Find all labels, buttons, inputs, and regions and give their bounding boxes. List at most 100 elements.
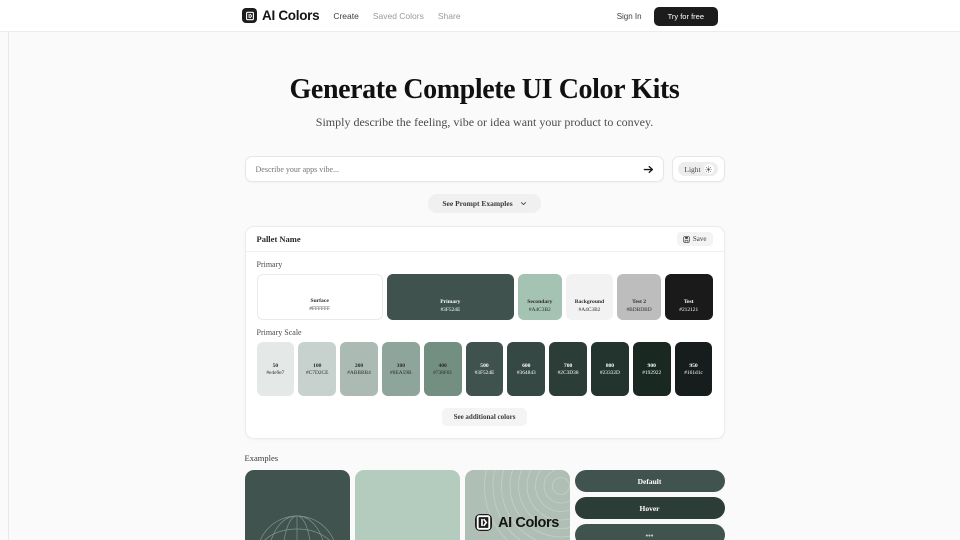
nav-link-create[interactable]: Create <box>333 11 359 21</box>
cylinder-rings-illustration <box>355 470 460 540</box>
scale-step: 300 <box>396 362 406 369</box>
page-body: Generate Complete UI Color Kits Simply d… <box>8 32 960 540</box>
top-navbar: AI Colors Create Saved Colors Share Sign… <box>0 0 960 32</box>
example-card-logo[interactable]: AI Colors <box>464 470 570 540</box>
demo-button[interactable]: ••• <box>574 524 725 540</box>
sphere-wireframe-illustration <box>259 515 334 540</box>
scale-swatch[interactable]: 50 #e4e9e7 <box>256 342 295 396</box>
try-for-free-button[interactable]: Try for free <box>653 6 718 26</box>
scale-step: 600 <box>522 362 531 369</box>
demo-button[interactable]: Default <box>574 470 725 492</box>
palette-card: Pallet Name Save Primary Surface #FFFFFF P… <box>244 226 725 439</box>
scale-swatch[interactable]: 900 #192922 <box>632 342 671 396</box>
swatch-hex: #3F524E <box>440 306 461 313</box>
page-subtitle: Simply describe the feeling, vibe or ide… <box>315 115 654 129</box>
see-additional-colors-button[interactable]: See additional colors <box>441 408 528 426</box>
palette-name[interactable]: Pallet Name <box>257 234 301 244</box>
nav-link-share[interactable]: Share <box>438 11 461 21</box>
save-label: Save <box>692 235 707 243</box>
scale-hex: #364843 <box>516 369 536 376</box>
swatch-hex: #212121 <box>679 306 699 313</box>
scale-hex: #C7D2CE <box>305 369 329 376</box>
scale-step: 400 <box>438 362 447 369</box>
scale-step: 200 <box>354 362 364 369</box>
scale-step: 500 <box>480 362 489 369</box>
primary-swatch[interactable]: Test #212121 <box>664 274 713 320</box>
scale-step: 50 <box>272 362 279 369</box>
search-row: Light <box>244 156 725 182</box>
scale-hex: #738F81 <box>433 369 453 376</box>
scale-swatch[interactable]: 950 #161d1c <box>674 342 713 396</box>
primary-swatch[interactable]: Secondary #A4C3B2 <box>517 274 562 320</box>
primary-swatch-row: Surface #FFFFFF Primary #3F524E Secondary #A4… <box>246 274 724 320</box>
primary-section-label: Primary <box>256 260 283 269</box>
scale-hex: #2C3D38 <box>557 369 579 376</box>
demo-button[interactable]: Hover <box>574 497 725 519</box>
swatch-name: Background <box>574 299 605 306</box>
scale-hex: #ABBBB4 <box>347 369 371 376</box>
scale-step: 950 <box>689 362 698 369</box>
primary-scale-row: 50 #e4e9e7 100 #C7D2CE 200 #ABBBB4 300 #8EA59B 4… <box>246 342 724 396</box>
swatch-hex: #A4C3B2 <box>528 306 551 313</box>
floppy-disk-icon <box>683 235 690 243</box>
scale-step: 100 <box>313 362 322 369</box>
prompt-examples-row: See Prompt Examples <box>9 194 960 213</box>
swatch-name: Secondary <box>527 299 553 306</box>
see-prompt-examples-button[interactable]: See Prompt Examples <box>428 194 541 213</box>
scale-hex: #e4e9e7 <box>266 369 285 376</box>
sun-icon <box>703 164 714 174</box>
scale-swatch[interactable]: 400 #738F81 <box>423 342 462 396</box>
scale-swatch[interactable]: 700 #2C3D38 <box>549 342 587 396</box>
scale-step: 800 <box>605 362 615 369</box>
primary-swatch[interactable]: Primary #3F524E <box>386 274 514 320</box>
page-title: Generate Complete UI Color Kits <box>289 74 680 105</box>
swatch-name: Surface <box>310 298 329 305</box>
nav-links: Create Saved Colors Share <box>333 11 460 21</box>
swatch-name: Test <box>683 299 694 306</box>
save-palette-button[interactable]: Save <box>676 232 713 246</box>
primary-swatch[interactable]: Surface #FFFFFF <box>256 274 383 320</box>
examples-grid: AI Colors DefaultHover•••Disabled <box>244 470 725 540</box>
hero-section: Generate Complete UI Color Kits Simply d… <box>9 32 960 130</box>
submit-prompt-button[interactable] <box>640 160 658 178</box>
theme-pill: Light <box>678 162 718 176</box>
palette-card-header: Pallet Name Save <box>245 227 724 252</box>
example-button-stack: DefaultHover•••Disabled <box>574 470 725 540</box>
nav-link-saved-colors[interactable]: Saved Colors <box>373 11 424 21</box>
theme-toggle[interactable]: Light <box>671 156 725 182</box>
search-input[interactable] <box>255 164 640 174</box>
scale-swatch[interactable]: 500 #3F524E <box>465 342 504 396</box>
sign-in-link[interactable]: Sign In <box>617 12 642 21</box>
swatch-hex: #FFFFFF <box>309 305 330 312</box>
nav-right-actions: Sign In Try for free <box>617 0 718 32</box>
scale-hex: #192922 <box>642 369 662 376</box>
scale-swatch[interactable]: 300 #8EA59B <box>381 342 420 396</box>
arrow-right-icon <box>643 165 654 173</box>
example-card-cylinder[interactable] <box>354 470 460 540</box>
scale-step: 700 <box>563 362 573 369</box>
scale-step: 900 <box>647 362 656 369</box>
ai-colors-logo-icon <box>242 8 257 23</box>
primary-swatch[interactable]: Test 2 #BDBDBD <box>617 274 661 320</box>
search-box[interactable] <box>244 156 664 182</box>
chevron-down-icon <box>520 202 526 206</box>
scale-hex: #3F524E <box>474 369 495 376</box>
additional-colors-row: See additional colors <box>246 408 724 426</box>
scale-swatch[interactable]: 600 #364843 <box>507 342 546 396</box>
brand-logo[interactable]: AI Colors <box>242 8 320 23</box>
ai-colors-logo-icon <box>475 514 493 531</box>
swatch-name: Primary <box>440 299 461 306</box>
theme-label: Light <box>684 164 701 174</box>
primary-scale-label: Primary Scale <box>256 328 302 337</box>
examples-label: Examples <box>244 453 279 463</box>
example-card-sphere[interactable] <box>244 470 350 540</box>
scale-hex: #8EA59B <box>390 369 412 376</box>
swatch-name: Test 2 <box>632 299 647 306</box>
swatch-hex: #A4C3B2 <box>578 306 601 313</box>
swatch-hex: #BDBDBD <box>626 306 652 313</box>
scale-swatch[interactable]: 800 #23332D <box>591 342 629 396</box>
example-logo-text: AI Colors <box>498 514 559 531</box>
primary-swatch[interactable]: Background #A4C3B2 <box>565 274 614 320</box>
scale-swatch[interactable]: 200 #ABBBB4 <box>340 342 378 396</box>
scale-swatch[interactable]: 100 #C7D2CE <box>298 342 337 396</box>
